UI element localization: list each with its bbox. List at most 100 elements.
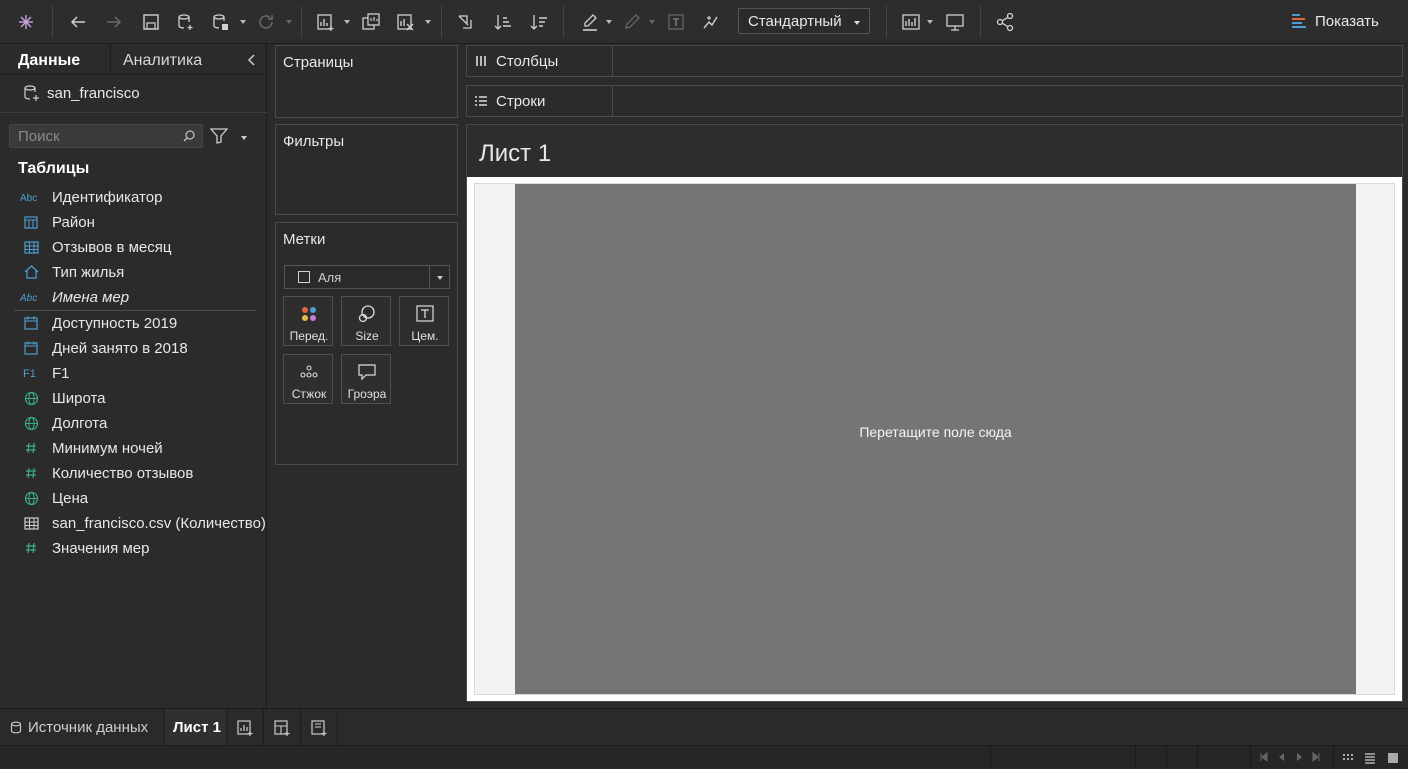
sort-descending-icon[interactable] bbox=[527, 10, 551, 34]
field-number-of-reviews[interactable]: Количество отзывов bbox=[20, 462, 193, 484]
columns-shelf[interactable]: Столбцы bbox=[466, 45, 1403, 77]
refresh-icon[interactable] bbox=[254, 10, 278, 34]
tab-data-source[interactable]: Источник данных bbox=[0, 709, 165, 746]
size-icon bbox=[358, 305, 375, 323]
group-members-icon[interactable] bbox=[620, 10, 644, 34]
field-minimum-nights[interactable]: Минимум ночей bbox=[20, 437, 163, 459]
new-worksheet-tab-button[interactable] bbox=[227, 709, 264, 746]
highlight-icon[interactable] bbox=[578, 10, 602, 34]
group-members-caret-icon[interactable] bbox=[648, 18, 656, 26]
show-me-button[interactable]: Показать bbox=[1290, 10, 1379, 32]
field-reviews-per-month[interactable]: Отзывов в месяц bbox=[20, 236, 171, 258]
redo-icon[interactable] bbox=[102, 10, 126, 34]
show-tabs-icon[interactable] bbox=[1364, 752, 1376, 764]
undo-icon[interactable] bbox=[66, 10, 90, 34]
field-record-count[interactable]: san_francisco.csv (Количество) bbox=[20, 512, 266, 534]
field-identifier[interactable]: Abc Идентификатор bbox=[20, 186, 162, 208]
hash-icon bbox=[20, 439, 42, 457]
show-sheet-sorter-icon[interactable] bbox=[1387, 752, 1399, 764]
marks-detail-button[interactable]: Стжок bbox=[283, 354, 333, 404]
new-story-tab-button[interactable] bbox=[301, 709, 338, 746]
show-filmstrip-icon[interactable] bbox=[1342, 752, 1354, 764]
drop-field-hint: Перетащите поле сюда bbox=[859, 424, 1012, 440]
rows-shelf[interactable]: Строки bbox=[466, 85, 1403, 117]
new-worksheet-icon[interactable] bbox=[313, 10, 337, 34]
mark-type-dropdown[interactable]: Аля bbox=[284, 265, 450, 289]
filters-card[interactable]: Фильтры bbox=[275, 124, 458, 215]
globe-icon bbox=[20, 389, 42, 407]
first-sheet-icon[interactable] bbox=[1259, 752, 1269, 762]
field-label: Доступность 2019 bbox=[52, 314, 178, 332]
filter-icon[interactable] bbox=[210, 128, 228, 144]
field-measure-values[interactable]: Значения мер bbox=[20, 537, 149, 559]
next-sheet-icon[interactable] bbox=[1294, 752, 1304, 762]
show-mark-labels-icon[interactable] bbox=[664, 10, 688, 34]
clear-sheet-caret-icon[interactable] bbox=[424, 18, 432, 26]
filter-caret-icon[interactable] bbox=[240, 134, 248, 142]
field-label: Тип жилья bbox=[52, 263, 125, 281]
field-room-type[interactable]: Тип жилья bbox=[20, 261, 124, 283]
tab-data[interactable]: Данные bbox=[18, 52, 80, 70]
field-measure-names[interactable]: Abc Имена мер bbox=[20, 286, 129, 308]
new-dashboard-tab-button[interactable] bbox=[264, 709, 301, 746]
field-latitude[interactable]: Широта bbox=[20, 387, 106, 409]
f1-icon: F1 bbox=[20, 364, 42, 382]
show-cards-icon[interactable] bbox=[899, 10, 923, 34]
pause-updates-caret-icon[interactable] bbox=[239, 18, 247, 26]
calendar-icon bbox=[20, 314, 42, 332]
marks-size-button[interactable]: Size bbox=[341, 296, 391, 346]
new-worksheet-caret-icon[interactable] bbox=[343, 18, 351, 26]
drop-field-zone[interactable]: Перетащите поле сюда bbox=[515, 184, 1356, 694]
field-district[interactable]: Район bbox=[20, 211, 95, 233]
detail-dots-icon bbox=[300, 365, 318, 378]
clear-sheet-icon[interactable] bbox=[393, 10, 417, 34]
marks-label-button[interactable]: Цем. bbox=[399, 296, 449, 346]
marks-detail-label: Стжок bbox=[291, 387, 327, 401]
pages-card[interactable]: Страницы bbox=[275, 45, 458, 118]
new-datasource-icon[interactable] bbox=[173, 10, 197, 34]
mark-type-icon bbox=[298, 271, 310, 283]
previous-sheet-icon[interactable] bbox=[1277, 752, 1287, 762]
field-price[interactable]: Цена bbox=[20, 487, 88, 509]
save-icon[interactable] bbox=[139, 10, 163, 34]
database-icon bbox=[10, 721, 22, 734]
rows-shelf-label: Строки bbox=[467, 86, 613, 116]
tooltip-icon bbox=[358, 364, 376, 381]
collapse-pane-icon[interactable] bbox=[246, 53, 258, 67]
sheet-title[interactable]: Лист 1 bbox=[479, 140, 551, 168]
tab-analytics[interactable]: Аналитика bbox=[123, 52, 202, 70]
show-cards-caret-icon[interactable] bbox=[926, 18, 934, 26]
refresh-caret-icon[interactable] bbox=[285, 18, 293, 26]
globe-icon bbox=[20, 489, 42, 507]
tab-sheet-1[interactable]: Лист 1 bbox=[165, 709, 227, 746]
presentation-mode-icon[interactable] bbox=[943, 10, 967, 34]
field-f1[interactable]: F1 F1 bbox=[20, 362, 70, 384]
field-longitude[interactable]: Долгота bbox=[20, 412, 107, 434]
fix-axes-icon[interactable] bbox=[698, 10, 722, 34]
new-story-icon bbox=[311, 719, 327, 736]
swap-rows-columns-icon[interactable] bbox=[453, 10, 477, 34]
search-field[interactable] bbox=[9, 124, 203, 148]
last-sheet-icon[interactable] bbox=[1311, 752, 1321, 762]
search-input[interactable] bbox=[18, 128, 178, 145]
share-icon[interactable] bbox=[993, 10, 1017, 34]
marks-card: Метки Аля Перед. Size Цем. Стжок Гроэра bbox=[275, 222, 458, 465]
status-bar bbox=[0, 745, 1408, 769]
svg-text:Abc: Abc bbox=[20, 293, 37, 303]
rows-icon bbox=[475, 96, 487, 106]
fit-dropdown[interactable]: Стандартный bbox=[738, 8, 870, 34]
view-frame: Перетащите поле сюда bbox=[467, 177, 1402, 701]
sort-ascending-icon[interactable] bbox=[491, 10, 515, 34]
duplicate-sheet-icon[interactable] bbox=[359, 10, 383, 34]
marks-color-button[interactable]: Перед. bbox=[283, 296, 333, 346]
show-me-icon bbox=[1292, 14, 1306, 28]
field-days-booked-2018[interactable]: Дней занято в 2018 bbox=[20, 337, 188, 359]
new-dashboard-icon bbox=[274, 719, 290, 736]
marks-tooltip-button[interactable]: Гроэра bbox=[341, 354, 391, 404]
field-availability-2019[interactable]: Доступность 2019 bbox=[20, 312, 177, 334]
tableau-logo-icon[interactable] bbox=[14, 10, 38, 34]
data-source-item[interactable]: san_francisco bbox=[22, 84, 140, 102]
field-label: Отзывов в месяц bbox=[52, 238, 172, 256]
pause-updates-icon[interactable] bbox=[208, 10, 232, 34]
highlight-caret-icon[interactable] bbox=[605, 18, 613, 26]
